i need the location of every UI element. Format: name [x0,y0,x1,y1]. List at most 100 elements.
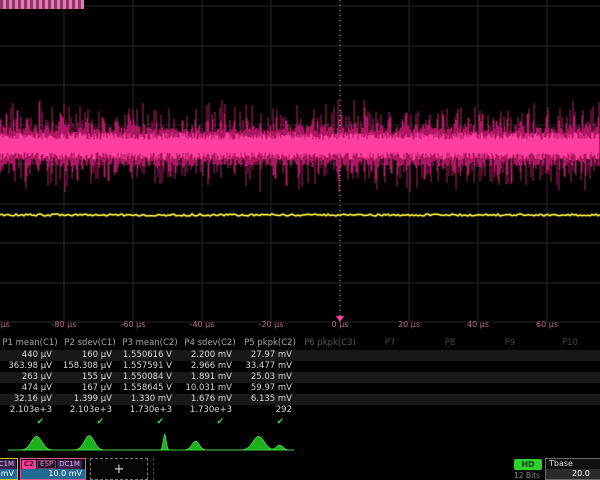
measure-value [360,394,420,405]
measure-value [300,405,360,416]
measure-value [360,405,420,416]
time-tick-label: 60 µs [536,320,558,329]
waveform-display[interactable] [0,0,600,334]
measure-table: P1 mean(C1)P2 sdev(C1)P3 mean(C2)P4 sdev… [0,336,600,429]
measure-value [480,394,540,405]
measure-value [480,350,540,361]
histicon-p1[interactable] [8,436,65,450]
c1-coupling-badge: DC1M [0,460,16,469]
add-trace-button[interactable]: + [90,458,148,480]
c2-trace[interactable] [0,100,600,192]
measure-value [540,383,600,394]
param-header-p3[interactable]: P3 mean(C2) [120,336,180,350]
timebase-value: 20.0 [546,469,600,479]
histicon-p4[interactable] [180,441,237,450]
descriptor-bar: DC1M 0 mV C2 ESP DC1M 10.0 mV + HD 12 Bi… [0,458,600,480]
status-check-icon [420,416,480,429]
param-header-p10[interactable]: P10 [540,336,600,350]
status-check-icon: ✔ [60,416,120,429]
c1-trace[interactable] [0,214,600,216]
param-header-p5[interactable]: P5 pkpk(C2) [240,336,300,350]
histicon-p2[interactable] [65,436,122,450]
measure-value [480,372,540,383]
oscilloscope-screen: -100 µs-80 µs-60 µs-40 µs-20 µs0 µs20 µs… [0,0,600,480]
status-check-icon [360,416,420,429]
param-header-p4[interactable]: P4 sdev(C2) [180,336,240,350]
measure-value: 1.730e+3 [180,405,240,416]
c2-coupling-badge: DC1M [57,460,82,469]
param-header-p2[interactable]: P2 sdev(C1) [60,336,120,350]
measure-value: 363.98 µV [0,361,60,372]
waveform-grid[interactable] [0,0,600,334]
param-header-p6[interactable]: P6 pkpk(C3) [300,336,360,350]
histicon-p5[interactable] [237,436,294,450]
measure-value: 2.103e+3 [0,405,60,416]
measure-value [420,350,480,361]
status-check-icon: ✔ [0,416,60,429]
measure-value: 2.103e+3 [60,405,120,416]
measure-value [420,383,480,394]
c2-channel-label: C2 [22,460,36,469]
measure-value [540,394,600,405]
measure-value: 1.676 mV [180,394,240,405]
param-header-p7[interactable]: P7 [360,336,420,350]
status-check-icon [300,416,360,429]
measure-value [360,361,420,372]
measure-value: 1.399 µV [60,394,120,405]
time-tick-label: -60 µs [121,320,146,329]
measure-value: 25.03 mV [240,372,300,383]
measure-value: 155 µV [60,372,120,383]
measure-value: 440 µV [0,350,60,361]
status-check-icon: ✔ [180,416,240,429]
measure-value [420,372,480,383]
measure-value: 1.557591 V [120,361,180,372]
timebase-axis: -100 µs-80 µs-60 µs-40 µs-20 µs0 µs20 µs… [0,315,600,333]
status-check-icon: ✔ [240,416,300,429]
measure-value [480,361,540,372]
measure-value: 2.200 mV [180,350,240,361]
hd-mode-badge[interactable]: HD [514,459,542,470]
c2-descriptor-box[interactable]: C2 ESP DC1M 10.0 mV [20,458,86,480]
top-left-annotation-badge [0,0,84,9]
measure-value: 263 µV [0,372,60,383]
param-header-p8[interactable]: P8 [420,336,480,350]
measure-value: 2.966 mV [180,361,240,372]
time-tick-label: 20 µs [398,320,420,329]
param-header-p1[interactable]: P1 mean(C1) [0,336,60,350]
measure-value: 1.891 mV [180,372,240,383]
measure-value: 59.97 mV [240,383,300,394]
measure-value: 1.330 mV [120,394,180,405]
time-tick-label: -20 µs [259,320,284,329]
measure-value [420,405,480,416]
measure-value: 6.135 mV [240,394,300,405]
measure-value [480,405,540,416]
timebase-descriptor-box[interactable]: Tbase 20.0 [545,458,600,480]
status-check-icon [540,416,600,429]
param-header-p9[interactable]: P9 [480,336,540,350]
measure-value: 1.730e+3 [120,405,180,416]
measure-value [300,383,360,394]
measure-value [540,372,600,383]
measure-value: 292 [240,405,300,416]
measure-value [360,383,420,394]
measure-value [300,361,360,372]
measure-value [420,361,480,372]
c2-scale-value: 10.0 mV [21,469,85,479]
c2-esp-badge: ESP [37,460,56,469]
measure-value [540,361,600,372]
measure-value: 160 µV [60,350,120,361]
measure-value [300,350,360,361]
time-tick-label: -40 µs [190,320,215,329]
measure-value [300,394,360,405]
measure-value: 10.031 mV [180,383,240,394]
measure-value [480,383,540,394]
measure-value: 1.550616 V [120,350,180,361]
histicon-p3[interactable] [122,434,179,450]
time-tick-label: -100 µs [0,320,10,329]
measure-value [420,394,480,405]
status-check-icon [480,416,540,429]
histicon-strip[interactable] [8,430,294,456]
measure-value [360,372,420,383]
measure-value [300,372,360,383]
c1-descriptor-box[interactable]: DC1M 0 mV [0,458,18,480]
